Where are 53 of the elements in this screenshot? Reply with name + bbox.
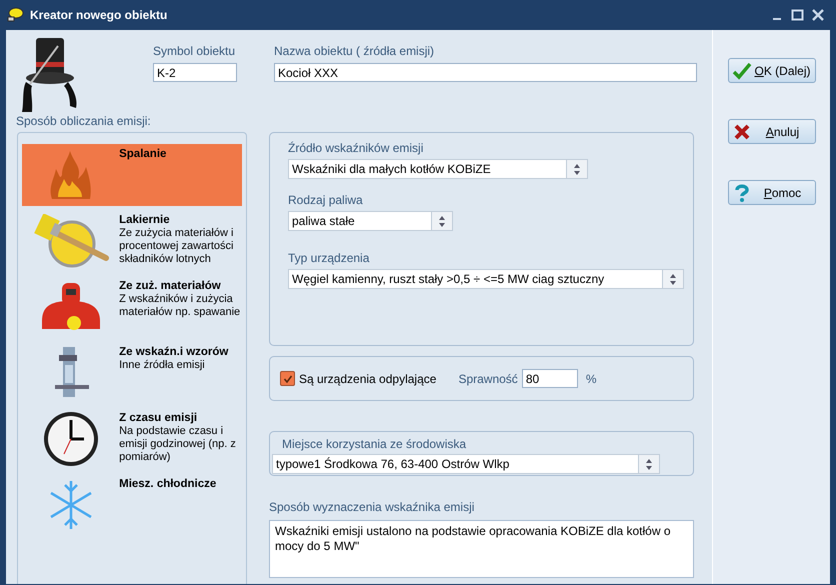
method-item[interactable]: Ze wskaźn.i wzorów Inne źródła emisji (22, 342, 242, 404)
method-description: Inne źródła emisji (119, 359, 206, 372)
method-title: Lakiernie (119, 214, 171, 226)
symbol-label: Symbol obiektu (153, 44, 236, 58)
method-description: Z wskaźników i zużycia materiałów np. spawanie (119, 293, 242, 319)
app-icon (6, 7, 24, 23)
wall-clock-icon (42, 410, 100, 468)
close-icon (732, 122, 752, 140)
spinner-arrows-icon[interactable] (566, 160, 587, 178)
flame-icon (48, 149, 94, 201)
place-dropdown[interactable]: typowe1 Środkowa 76, 63-400 Ostrów Wlkp (272, 454, 660, 474)
cancel-button[interactable]: Anuluj (728, 119, 816, 144)
method-item[interactable]: Lakiernie Ze zużycia materiałów i procentowej zawartości składników lotnych (22, 210, 242, 272)
method-title: Spalanie (119, 148, 168, 160)
spinner-arrows-icon[interactable] (662, 270, 683, 288)
efficiency-field[interactable]: 80 (522, 369, 578, 388)
method-note-field[interactable]: Wskaźniki emisji ustalono na podstawie opracowania KOBiZE dla kotłów o mocy do 5 MW" (269, 520, 694, 578)
name-label: Nazwa obiektu ( źródła emisji) (274, 44, 436, 58)
method-title: Miesz. chłodnicze (119, 478, 218, 490)
method-description: Ze zużycia materiałów i procentowej zawartości składników lotnych (119, 227, 234, 266)
device-dropdown[interactable]: Węgiel kamienny, ruszt stały >0,5 ÷ <=5 MW ciag sztuczny (288, 269, 684, 289)
name-field[interactable]: Kocioł XXX (274, 63, 697, 82)
welder-icon (40, 281, 102, 333)
source-label: Źródło wskaźników emisji (288, 141, 424, 155)
efficiency-label: Sprawność (458, 372, 518, 386)
ok-button[interactable]: OK (Dalej) (728, 58, 816, 83)
method-note-label: Sposób wyznaczenia wskaźnika emisji (269, 500, 476, 514)
percent-unit: % (586, 372, 596, 386)
device-label: Typ urządzenia (288, 251, 370, 265)
spinner-arrows-icon[interactable] (638, 455, 659, 473)
checkmark-icon (732, 62, 752, 80)
maximize-icon[interactable] (791, 9, 804, 21)
method-title: Ze zuż. materiałów (119, 280, 222, 292)
spinner-arrows-icon[interactable] (431, 212, 452, 230)
close-icon[interactable] (812, 9, 824, 21)
source-dropdown[interactable]: Wskaźniki dla małych kotłów KOBiZE (288, 159, 588, 179)
place-label: Miejsce korzystania ze środowiska (282, 437, 468, 451)
method-title: Ze wskaźn.i wzorów (119, 346, 230, 358)
dedusting-checkbox[interactable] (280, 371, 295, 386)
method-item[interactable]: Ze zuż. materiałów Z wskaźników i zużycia materiałów np. spawanie (22, 276, 242, 338)
dedusting-label: Są urządzenia odpylające (299, 372, 436, 386)
method-description: Na podstawie czasu i emisji godzinowej (np. z pomiarów) (119, 425, 237, 464)
method-item[interactable]: Spalanie (22, 144, 242, 206)
method-label: Sposób obliczania emisji: (16, 114, 152, 128)
symbol-field[interactable]: K-2 (153, 63, 237, 82)
help-button[interactable]: Pomoc (728, 180, 816, 205)
method-item[interactable]: Miesz. chłodnicze (22, 474, 242, 536)
window-title: Kreator nowego obiektu (30, 8, 168, 22)
checkmark-icon (282, 374, 292, 384)
method-title: Z czasu emisji (119, 412, 198, 424)
method-item[interactable]: Z czasu emisji Na podstawie czasu i emisji godzinowej (np. z pomiarów) (22, 408, 242, 470)
fuel-label: Rodzaj paliwa (288, 193, 363, 207)
fuel-dropdown[interactable]: paliwa stałe (288, 211, 453, 231)
